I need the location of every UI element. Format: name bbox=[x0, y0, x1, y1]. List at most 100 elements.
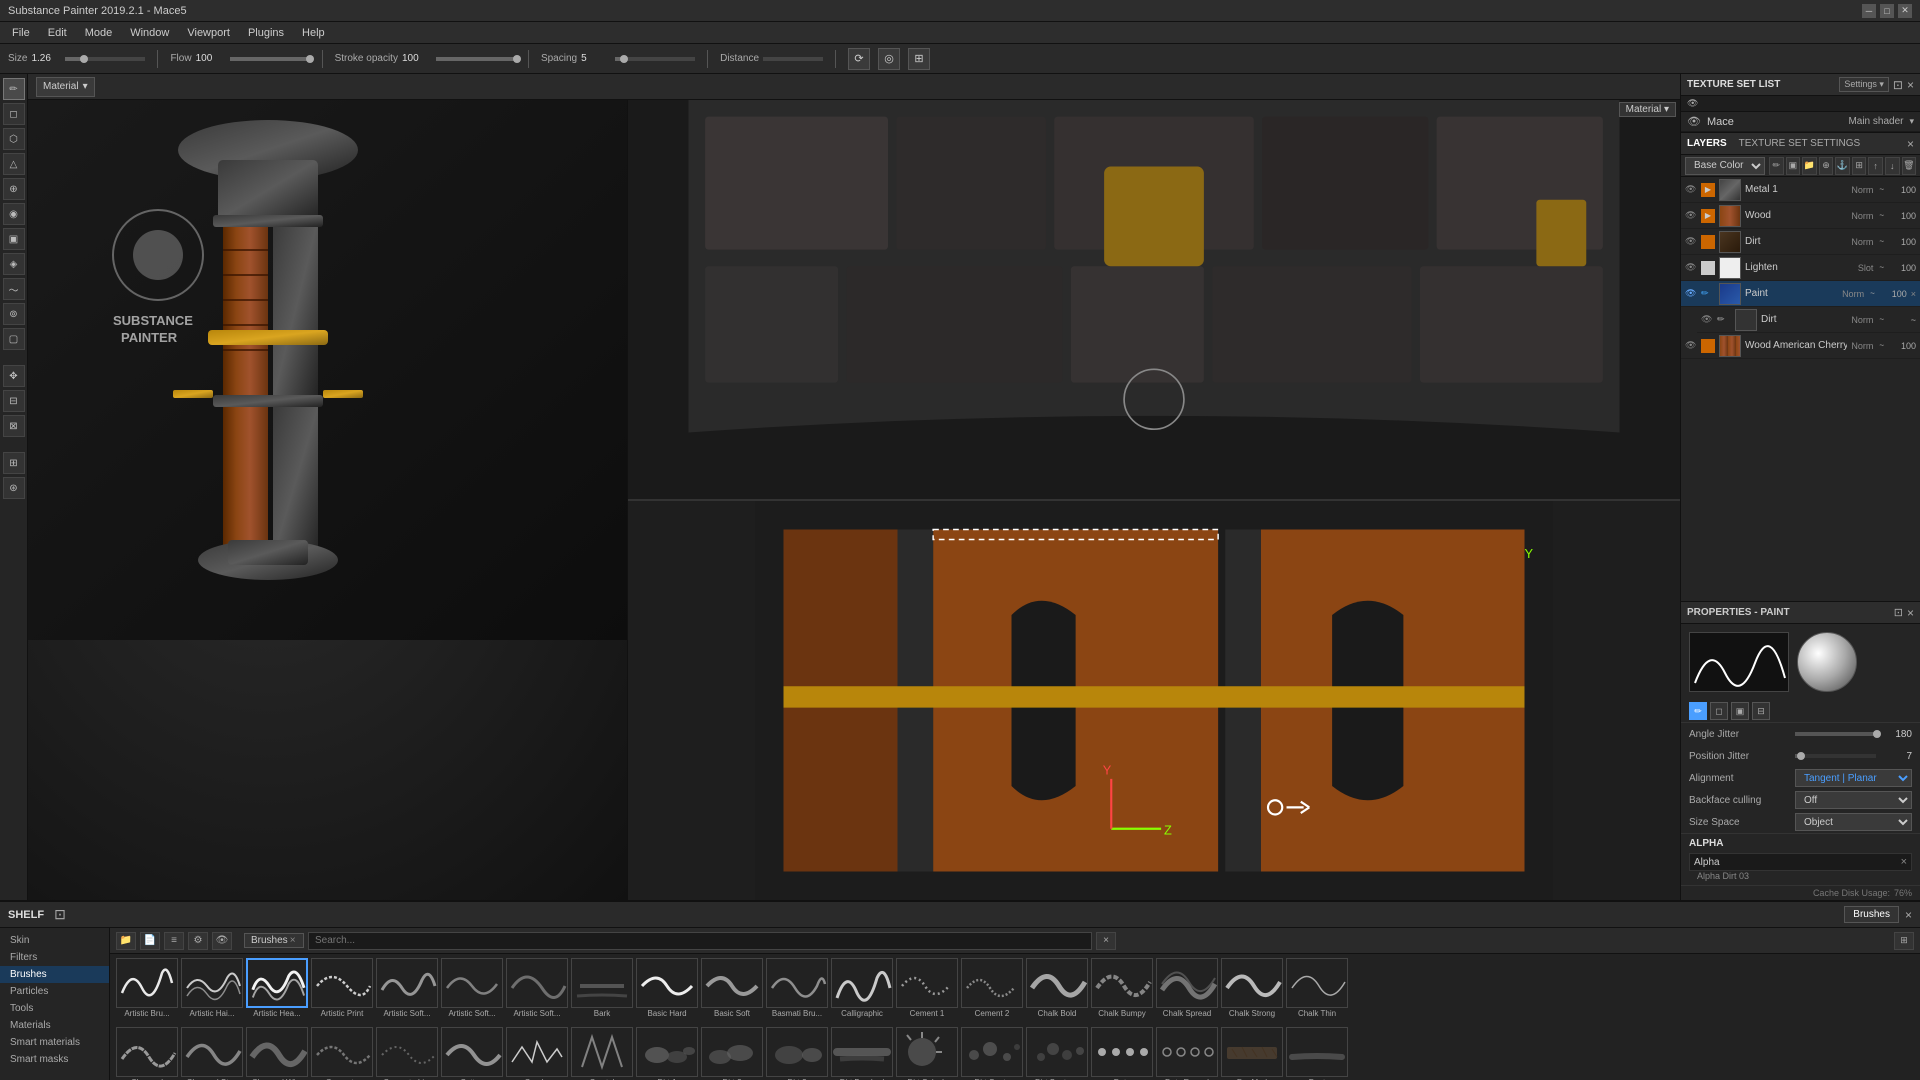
maximize-button[interactable]: □ bbox=[1880, 4, 1894, 18]
angle-jitter-slider[interactable] bbox=[1795, 732, 1876, 736]
layer-lighten[interactable]: 👁 Lighten Slot ~ 100 bbox=[1681, 255, 1920, 281]
shelf-tab-brushes[interactable]: Brushes bbox=[1844, 906, 1899, 923]
shelf-item-chalk-thin[interactable]: Chalk Thin bbox=[1286, 958, 1348, 1019]
shelf-close-btn[interactable]: × bbox=[1905, 908, 1912, 922]
brush-mode-clone[interactable]: ⊟ bbox=[1752, 702, 1770, 720]
layer-metal1[interactable]: 👁 ▶ Metal 1 Norm ~ 100 bbox=[1681, 177, 1920, 203]
stroke-opacity-slider[interactable] bbox=[436, 57, 516, 61]
flow-value[interactable]: 100 bbox=[196, 53, 226, 64]
props-pin-btn[interactable]: ⊡ bbox=[1894, 606, 1903, 620]
menu-mode[interactable]: Mode bbox=[77, 25, 121, 41]
layer-opacity-metal1[interactable]: 100 bbox=[1888, 185, 1916, 195]
lazy-mouse-button[interactable]: ◎ bbox=[878, 48, 900, 70]
projection-tool[interactable]: ⬡ bbox=[3, 128, 25, 150]
shelf-item-cement2[interactable]: Cement 2 bbox=[961, 958, 1023, 1019]
layer-eye-lighten[interactable]: 👁 bbox=[1685, 262, 1697, 273]
shelf-item-cracks[interactable]: Cracks bbox=[506, 1027, 568, 1080]
paint-tool[interactable]: ✏ bbox=[3, 78, 25, 100]
stroke-opacity-value[interactable]: 100 bbox=[402, 53, 432, 64]
shelf-item-chalk-bold[interactable]: Chalk Bold bbox=[1026, 958, 1088, 1019]
shelf-item-concrete-li[interactable]: Concrete Li... bbox=[376, 1027, 438, 1080]
shelf-cat-smart-materials[interactable]: Smart materials bbox=[0, 1034, 109, 1051]
shelf-item-artistic4[interactable]: Artistic Print bbox=[311, 958, 373, 1019]
layer-add-instance-btn[interactable]: ⊕ bbox=[1819, 157, 1834, 175]
transform-tool[interactable]: ⊟ bbox=[3, 390, 25, 412]
shelf-item-dirt-spots[interactable]: Dirt Spots bbox=[961, 1027, 1023, 1080]
brush-mode-erase[interactable]: ◻ bbox=[1710, 702, 1728, 720]
menu-plugins[interactable]: Plugins bbox=[240, 25, 292, 41]
shelf-search-input[interactable] bbox=[308, 932, 1092, 950]
shelf-item-dirt3[interactable]: Dirt 3 bbox=[766, 1027, 828, 1080]
eraser-tool[interactable]: ◻ bbox=[3, 103, 25, 125]
menu-file[interactable]: File bbox=[4, 25, 38, 41]
layer-move-down-btn[interactable]: ↓ bbox=[1885, 157, 1900, 175]
move-tool[interactable]: ✥ bbox=[3, 365, 25, 387]
viewport-3d[interactable]: SUBSTANCE PAINTER bbox=[28, 100, 628, 900]
shelf-item-bassoft[interactable]: Basic Soft bbox=[701, 958, 763, 1019]
tsl-eye-icon[interactable]: 👁 bbox=[1687, 115, 1701, 128]
tab-layers[interactable]: LAYERS bbox=[1687, 138, 1727, 149]
angle-jitter-value[interactable]: 180 bbox=[1882, 729, 1912, 740]
geometry-tool[interactable]: △ bbox=[3, 153, 25, 175]
close-button[interactable]: ✕ bbox=[1898, 4, 1912, 18]
layer-eye-dirt-sub[interactable]: 👁 bbox=[1701, 314, 1713, 325]
viewport-2d-top[interactable]: Material ▾ bbox=[628, 100, 1680, 501]
layer-opacity-dirt-sub[interactable]: ~ bbox=[1888, 315, 1916, 325]
shelf-item-artistic1[interactable]: Artistic Bru... bbox=[116, 958, 178, 1019]
menu-edit[interactable]: Edit bbox=[40, 25, 75, 41]
alignment-dropdown[interactable]: Tangent | Planar bbox=[1795, 769, 1912, 787]
layer-wood[interactable]: 👁 ▶ Wood Norm ~ 100 bbox=[1681, 203, 1920, 229]
flow-slider[interactable] bbox=[230, 57, 310, 61]
shelf-item-dirt-spots2[interactable]: Dirt Spots ... bbox=[1026, 1027, 1088, 1080]
shelf-item-chalk-spread[interactable]: Chalk Spread bbox=[1156, 958, 1218, 1019]
layer-eye-metal1[interactable]: 👁 bbox=[1685, 184, 1697, 195]
layer-eye-dirt[interactable]: 👁 bbox=[1685, 236, 1697, 247]
color-picker[interactable]: ◉ bbox=[3, 203, 25, 225]
layer-eye-paint[interactable]: 👁 bbox=[1685, 288, 1697, 299]
shelf-cat-skin[interactable]: Skin bbox=[0, 932, 109, 949]
shelf-item-concrete[interactable]: Concrete bbox=[311, 1027, 373, 1080]
brush-mode-paint[interactable]: ✏ bbox=[1689, 702, 1707, 720]
shelf-item-basmati[interactable]: Basmati Bru... bbox=[766, 958, 828, 1019]
shelf-item-crystal[interactable]: Crystal bbox=[571, 1027, 633, 1080]
shelf-cat-smart-masks[interactable]: Smart masks bbox=[0, 1051, 109, 1068]
layer-add-anchor-btn[interactable]: ⚓ bbox=[1835, 157, 1850, 175]
shelf-item-dots-erased[interactable]: Dots Erased bbox=[1156, 1027, 1218, 1080]
tab-texture-set-settings[interactable]: TEXTURE SET SETTINGS bbox=[1739, 138, 1861, 149]
viewport-right-mode[interactable]: Material ▾ bbox=[1619, 102, 1676, 117]
blur-tool[interactable]: ◈ bbox=[3, 253, 25, 275]
menu-window[interactable]: Window bbox=[122, 25, 177, 41]
tsl-close-btn[interactable]: × bbox=[1907, 78, 1914, 92]
shelf-item-dirt2[interactable]: Dirt 2 bbox=[701, 1027, 763, 1080]
shelf-item-calligraphic[interactable]: Calligraphic bbox=[831, 958, 893, 1019]
alpha-item[interactable]: Alpha × bbox=[1689, 853, 1912, 871]
fill-tool[interactable]: ▣ bbox=[3, 228, 25, 250]
distance-slider[interactable] bbox=[763, 57, 823, 61]
shelf-item-chalk-bumpy[interactable]: Chalk Bumpy bbox=[1091, 958, 1153, 1019]
tsl-settings-btn[interactable]: Settings ▾ bbox=[1839, 77, 1889, 92]
shelf-item-charcoal-str[interactable]: Charcoal Str... bbox=[181, 1027, 243, 1080]
position-jitter-value[interactable]: 7 bbox=[1882, 751, 1912, 762]
material-picker[interactable]: ⊕ bbox=[3, 178, 25, 200]
shelf-list-btn[interactable]: ≡ bbox=[164, 932, 184, 950]
bake-tool[interactable]: ⊛ bbox=[3, 477, 25, 499]
shelf-item-artistic5[interactable]: Artistic Soft... bbox=[376, 958, 438, 1019]
uv-tool[interactable]: ⊞ bbox=[3, 452, 25, 474]
shelf-filter-btn[interactable]: ⚙ bbox=[188, 932, 208, 950]
shelf-cat-tools[interactable]: Tools bbox=[0, 1000, 109, 1017]
shelf-cat-brushes[interactable]: Brushes bbox=[0, 966, 109, 983]
size-slider[interactable] bbox=[65, 57, 145, 61]
shelf-folder-btn[interactable]: 📁 bbox=[116, 932, 136, 950]
layer-dirt-sub[interactable]: 👁 ✏ Dirt Norm ~ ~ bbox=[1697, 307, 1920, 333]
layer-wood-cherry[interactable]: 👁 Wood American Cherry Norm ~ 100 bbox=[1681, 333, 1920, 359]
tsl-pin-btn[interactable]: ⊡ bbox=[1893, 78, 1903, 92]
shelf-item-artistic6[interactable]: Artistic Soft... bbox=[441, 958, 503, 1019]
camera-tool[interactable]: ⊠ bbox=[3, 415, 25, 437]
props-close-btn[interactable]: × bbox=[1907, 606, 1914, 620]
shelf-item-dust[interactable]: Dust bbox=[1286, 1027, 1348, 1080]
viewport-2d-bottom[interactable]: Z Y Y bbox=[628, 501, 1680, 900]
symmetry-button[interactable]: ⟳ bbox=[848, 48, 870, 70]
size-value[interactable]: 1.26 bbox=[31, 53, 61, 64]
layer-dirt[interactable]: 👁 Dirt Norm ~ 100 bbox=[1681, 229, 1920, 255]
spacing-slider[interactable] bbox=[615, 57, 695, 61]
